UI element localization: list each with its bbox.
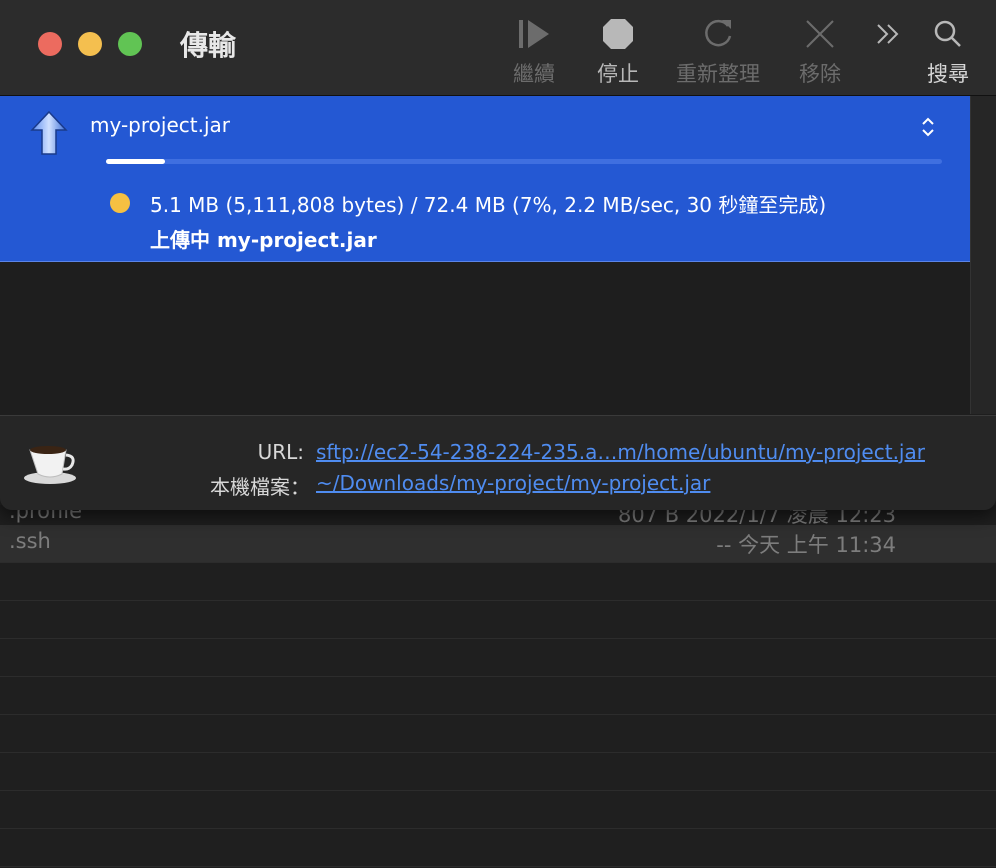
upload-arrow-icon — [30, 110, 68, 162]
transfer-status-line: 5.1 MB (5,111,808 bytes) / 72.4 MB (7%, … — [150, 193, 827, 217]
chevron-double-right-icon — [866, 12, 910, 56]
scrollbar[interactable] — [970, 96, 996, 414]
search-button[interactable]: 搜尋 — [922, 12, 974, 88]
status-indicator-dot — [110, 193, 130, 213]
list-item — [0, 829, 996, 867]
transfer-status-detail: 上傳中 my-project.jar — [150, 228, 377, 252]
local-file-link[interactable]: ~/Downloads/my-project/my-project.jar — [316, 471, 710, 495]
list-item — [0, 715, 996, 753]
file-name: .ssh — [9, 529, 51, 553]
remove-button[interactable]: 移除 — [794, 12, 846, 88]
coffee-cup-icon — [22, 438, 78, 490]
url-link[interactable]: sftp://ec2-54-238-224-235.a…m/home/ubunt… — [316, 440, 925, 464]
transfer-list-empty-area — [0, 262, 970, 414]
reload-label: 重新整理 — [676, 62, 760, 86]
progress-fill — [106, 159, 165, 164]
zoom-button[interactable] — [118, 32, 142, 56]
list-item — [0, 601, 996, 639]
resume-button[interactable]: 繼續 — [508, 12, 560, 88]
window-title: 傳輸 — [180, 29, 237, 62]
file-meta: -- 今天 上午 11:34 — [716, 533, 896, 557]
x-icon — [794, 12, 846, 56]
minimize-button[interactable] — [78, 32, 102, 56]
reload-icon — [672, 12, 764, 56]
search-label: 搜尋 — [927, 62, 969, 86]
list-item[interactable]: .ssh -- 今天 上午 11:34 — [0, 525, 996, 563]
title-bar: 傳輸 繼續 停止 重新整理 移除 搜尋 — [0, 0, 996, 96]
transfers-window: 傳輸 繼續 停止 重新整理 移除 搜尋 my-project.jar 5.1 M… — [0, 0, 996, 510]
transfer-row[interactable]: my-project.jar 5.1 MB (5,111,808 bytes) … — [0, 96, 970, 262]
close-button[interactable] — [38, 32, 62, 56]
stop-label: 停止 — [597, 62, 639, 86]
resume-label: 繼續 — [513, 62, 555, 86]
search-icon — [922, 12, 974, 56]
list-item — [0, 791, 996, 829]
transfer-info-bar: URL: sftp://ec2-54-238-224-235.a…m/home/… — [0, 415, 996, 510]
list-item — [0, 563, 996, 601]
reload-button[interactable]: 重新整理 — [672, 12, 764, 88]
stop-button[interactable]: 停止 — [592, 12, 644, 88]
local-file-label: 本機檔案： — [210, 475, 310, 499]
url-label: URL: — [257, 440, 304, 464]
list-item — [0, 677, 996, 715]
transfer-filename: my-project.jar — [90, 113, 230, 137]
list-item — [0, 639, 996, 677]
background-file-list: .profile 807 B 2022/1/7 凌晨 12:23 .ssh --… — [0, 499, 996, 868]
chevron-up-down-icon[interactable] — [920, 116, 936, 142]
play-pause-icon — [508, 12, 560, 56]
toolbar-overflow-button[interactable] — [866, 12, 910, 56]
list-item — [0, 753, 996, 791]
stop-octagon-icon — [592, 12, 644, 56]
progress-bar — [106, 159, 942, 164]
remove-label: 移除 — [799, 62, 841, 86]
